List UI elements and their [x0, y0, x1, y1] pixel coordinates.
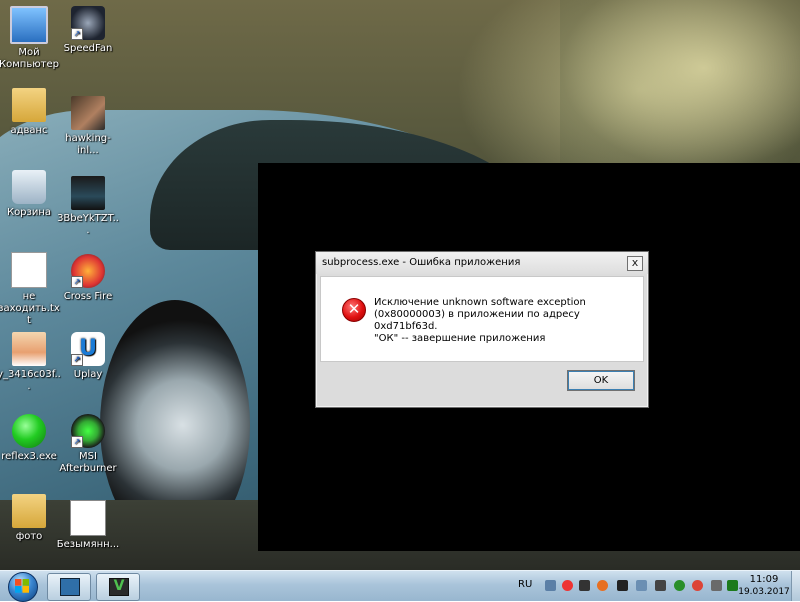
desktop-icon-uplay[interactable]: U ↗ Uplay [56, 332, 120, 381]
start-button[interactable] [3, 572, 41, 602]
photo-icon [71, 96, 105, 130]
desktop-icon-reflex3[interactable]: reflex3.exe [0, 414, 61, 463]
msi-afterburner-icon: ↗ [71, 414, 105, 448]
folder-icon [12, 88, 46, 122]
windows-logo-icon [15, 579, 29, 593]
desktop-icon-label: адванс [10, 125, 48, 136]
desktop-icon-label: не заходить.txt [0, 291, 60, 326]
desktop-icon-recycle-bin[interactable]: Корзина [0, 170, 61, 219]
image-file-icon [70, 500, 106, 536]
desktop-icon-label: SpeedFan [63, 43, 113, 54]
desktop-icon-speedfan[interactable]: ↗ SpeedFan [56, 6, 120, 55]
window-app-icon [60, 578, 80, 596]
green-circle-icon [12, 414, 46, 448]
error-icon: ✕ [342, 298, 366, 322]
show-desktop-button[interactable] [791, 571, 800, 601]
crossfire-icon: ↗ [71, 254, 105, 288]
desktop-icon-msi-afterburner[interactable]: ↗ MSI Afterburner [56, 414, 120, 475]
desktop-icon-label: y_3416c03f... [0, 369, 61, 392]
network-icon[interactable] [545, 580, 556, 591]
computer-icon [10, 6, 48, 44]
speedfan-tray-icon[interactable] [617, 580, 628, 591]
taskbar-app-button-gta[interactable] [96, 573, 140, 601]
chrome-icon[interactable] [692, 580, 703, 591]
desktop-icon-hawking[interactable]: hawking-inl... [56, 96, 120, 157]
dialog-title: subprocess.exe - Ошибка приложения [322, 257, 521, 268]
desktop-icon-photo-folder[interactable]: фото [0, 494, 61, 543]
speedfan-icon: ↗ [71, 6, 105, 40]
desktop-icon-car-image[interactable]: 3BbeYkTZT... [56, 176, 120, 237]
error-dialog: subprocess.exe - Ошибка приложения x ✕ И… [315, 251, 649, 408]
recycle-bin-icon [12, 170, 46, 204]
dialog-content: ✕ Исключение unknown software exception … [320, 276, 644, 362]
shortcut-arrow-icon: ↗ [71, 436, 83, 448]
clock-date[interactable]: 19.03.2017 [736, 587, 792, 597]
desktop-icon-label: hawking-inl... [65, 133, 111, 156]
uplay-icon: U ↗ [71, 332, 105, 366]
car-image-icon [71, 176, 105, 210]
desktop-icon-my-computer[interactable]: Мой Компьютер [0, 6, 61, 71]
shortcut-arrow-icon: ↗ [71, 28, 83, 40]
text-file-icon [11, 252, 47, 288]
error-message: Исключение unknown software exception (0… [374, 297, 586, 332]
desktop-icon-crossfire[interactable]: ↗ Cross Fire [56, 254, 120, 303]
desktop-icon-label: Uplay [73, 369, 103, 380]
desktop-icon-label: Мой Компьютер [0, 47, 59, 70]
desktop-icon-label: MSI Afterburner [59, 451, 117, 474]
anime-image-icon [12, 332, 46, 366]
language-indicator[interactable]: RU [518, 579, 532, 590]
wallpaper-background [560, 0, 800, 170]
app-icon[interactable] [579, 580, 590, 591]
gta-v-icon [109, 578, 129, 596]
chrome-icon[interactable] [562, 580, 573, 591]
desktop-icon-anime-image[interactable]: y_3416c03f... [0, 332, 61, 393]
settings-icon[interactable] [711, 580, 722, 591]
desktop-icon-label: reflex3.exe [1, 451, 57, 462]
chrome-icon[interactable] [674, 580, 685, 591]
desktop-icon-label: 3BbeYkTZT... [57, 213, 119, 236]
desktop-icon-label: Корзина [6, 207, 52, 218]
close-button[interactable]: x [627, 256, 643, 271]
security-icon[interactable] [597, 580, 608, 591]
desktop-icon-text-file[interactable]: не заходить.txt [0, 252, 61, 327]
taskbar: RU 11:09 19.03.2017 [0, 570, 800, 602]
clock-time[interactable]: 11:09 [744, 574, 784, 585]
desktop-icon-label: Cross Fire [63, 291, 113, 302]
taskbar-app-button-1[interactable] [47, 573, 91, 601]
desktop-icon-label: фото [15, 531, 43, 542]
volume-icon[interactable] [655, 580, 666, 591]
desktop-icon-advance[interactable]: адванс [0, 88, 61, 137]
dialog-titlebar[interactable]: subprocess.exe - Ошибка приложения x [316, 252, 648, 274]
desktop-icon-untitled[interactable]: Безымянн... [56, 500, 120, 551]
shortcut-arrow-icon: ↗ [71, 354, 83, 366]
ok-button[interactable]: OK [567, 370, 635, 391]
error-hint: "ОК" -- завершение приложения [374, 333, 546, 344]
desktop-icon-label: Безымянн... [56, 539, 120, 550]
display-icon[interactable] [636, 580, 647, 591]
shortcut-arrow-icon: ↗ [71, 276, 83, 288]
folder-icon [12, 494, 46, 528]
